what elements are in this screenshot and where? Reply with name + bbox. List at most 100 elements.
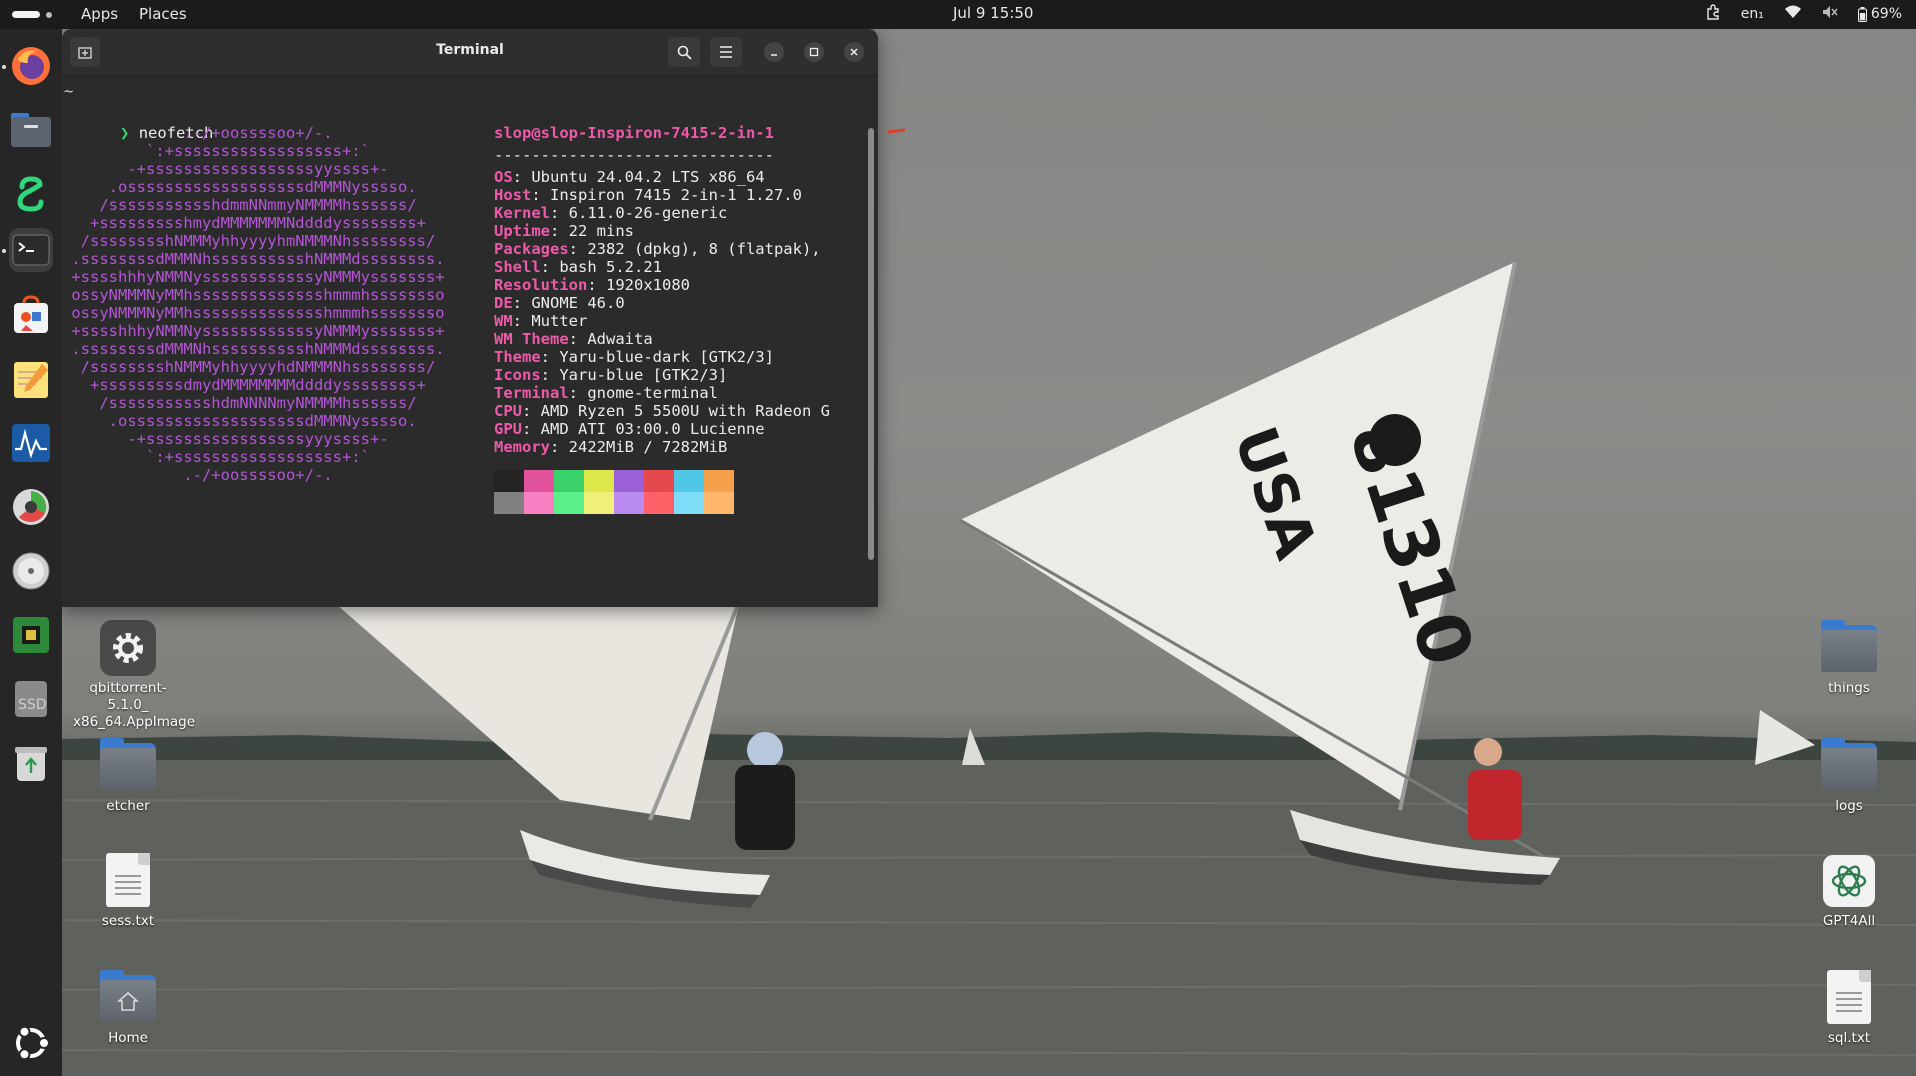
terminal-titlebar[interactable]: Terminal bbox=[62, 29, 878, 76]
desktop-icon-label: sess.txt bbox=[101, 913, 155, 929]
volume-muted-icon[interactable] bbox=[1822, 5, 1838, 23]
files-icon bbox=[11, 113, 51, 147]
terminal-output[interactable]: ~ ❯ neofetch .-/+oossssoo+/-. `:+sssssss… bbox=[62, 76, 878, 607]
terminal-title: Terminal bbox=[436, 42, 504, 58]
desktop-icon-label: qbittorrent-5.1.0_ x86_64.AppImage bbox=[73, 680, 196, 730]
disk-usage-icon bbox=[13, 489, 49, 525]
show-apps-button[interactable] bbox=[9, 1021, 53, 1065]
places-menu[interactable]: Places bbox=[139, 5, 187, 23]
app-center-icon bbox=[14, 295, 48, 333]
gear-icon bbox=[100, 620, 156, 676]
ssd-icon: SSD bbox=[15, 681, 47, 717]
palette-swatch bbox=[524, 492, 554, 514]
desktop-icon-sess-txt[interactable]: sess.txt bbox=[73, 853, 183, 929]
terminal-window[interactable]: Terminal ~ ❯ neofetch .-/+oossssoo+/-. `… bbox=[62, 29, 878, 607]
wifi-icon[interactable] bbox=[1784, 5, 1802, 23]
desktop-icon-qbittorrent[interactable]: qbittorrent-5.1.0_ x86_64.AppImage bbox=[73, 620, 196, 731]
battery-indicator[interactable]: 69% bbox=[1857, 6, 1902, 22]
gpt4all-icon bbox=[1821, 853, 1877, 909]
dock-app-center[interactable] bbox=[9, 293, 53, 337]
desktop-icon-label: GPT4All bbox=[1822, 913, 1876, 929]
desktop-icon-label: logs bbox=[1835, 798, 1863, 814]
palette-swatch bbox=[644, 492, 674, 514]
dock-trash[interactable] bbox=[9, 741, 53, 785]
maximize-button[interactable] bbox=[804, 42, 824, 62]
trash-icon bbox=[15, 747, 47, 781]
dock-disks[interactable] bbox=[9, 549, 53, 593]
terminal-icon bbox=[12, 234, 50, 266]
desktop-icon-label: sql.txt bbox=[1827, 1030, 1871, 1046]
palette-swatch bbox=[584, 492, 614, 514]
info-value: 2422MiB / 7282MiB bbox=[559, 438, 728, 456]
home-folder-icon bbox=[100, 970, 156, 1026]
disks-icon bbox=[12, 552, 50, 590]
dock-cpu-tool[interactable] bbox=[9, 613, 53, 657]
svg-text:SSD: SSD bbox=[18, 697, 47, 713]
dock-terminal[interactable] bbox=[9, 228, 53, 272]
keyboard-layout[interactable]: en₁ bbox=[1741, 6, 1764, 22]
dock-files[interactable] bbox=[9, 108, 53, 152]
activities-indicator[interactable] bbox=[12, 11, 40, 18]
palette-swatch bbox=[554, 492, 584, 514]
desktop-icon-home[interactable]: Home bbox=[73, 970, 183, 1046]
folder-icon bbox=[100, 738, 156, 794]
dock-system-monitor[interactable] bbox=[9, 421, 53, 465]
minimize-icon bbox=[771, 54, 777, 56]
desktop-icon-etcher[interactable]: etcher bbox=[73, 738, 183, 814]
dock-text-editor[interactable] bbox=[9, 357, 53, 401]
search-icon bbox=[677, 45, 692, 60]
text-editor-icon bbox=[14, 362, 48, 398]
battery-percent: 69% bbox=[1870, 6, 1902, 22]
palette-swatch bbox=[494, 470, 524, 492]
text-file-icon bbox=[100, 853, 156, 909]
palette-swatch bbox=[674, 470, 704, 492]
running-indicator bbox=[2, 65, 6, 69]
system-monitor-icon bbox=[12, 424, 50, 462]
menu-button[interactable] bbox=[710, 37, 742, 67]
clock[interactable]: Jul 9 15:50 bbox=[953, 4, 1033, 22]
info-key: Memory bbox=[494, 438, 550, 456]
palette-swatch bbox=[554, 470, 584, 492]
apps-menu[interactable]: Apps bbox=[81, 5, 118, 23]
logo-line: .-/+oossssoo+/-. bbox=[62, 466, 333, 484]
palette-swatch bbox=[584, 470, 614, 492]
palette-swatch bbox=[644, 470, 674, 492]
folder-icon bbox=[1821, 738, 1877, 794]
firefox-icon bbox=[12, 47, 50, 85]
workspace-dot[interactable] bbox=[46, 12, 52, 18]
desktop-icon-gpt4all[interactable]: GPT4All bbox=[1794, 853, 1904, 929]
user-host: slop@slop-Inspiron-7415-2-in-1 bbox=[494, 124, 774, 142]
dock-disk-usage[interactable] bbox=[9, 485, 53, 529]
terminal-scrollbar[interactable] bbox=[868, 128, 874, 560]
desktop-icon-logs[interactable]: logs bbox=[1794, 738, 1904, 814]
close-button[interactable] bbox=[844, 42, 864, 62]
extension-icon[interactable] bbox=[1705, 4, 1721, 24]
dock-firefox[interactable] bbox=[9, 44, 53, 88]
hamburger-icon bbox=[720, 46, 732, 58]
cpu-icon bbox=[13, 617, 49, 653]
palette-swatch bbox=[524, 470, 554, 492]
maximize-icon bbox=[809, 47, 819, 57]
system-tray[interactable]: en₁ 69% bbox=[1705, 4, 1902, 24]
dock-slack[interactable] bbox=[9, 172, 53, 216]
desktop-icon-things[interactable]: things bbox=[1794, 620, 1904, 696]
palette-swatch bbox=[674, 492, 704, 514]
desktop-icon-sql-txt[interactable]: sql.txt bbox=[1794, 970, 1904, 1046]
minimize-button[interactable] bbox=[764, 42, 784, 62]
top-bar: Apps Places Jul 9 15:50 en₁ 69% bbox=[0, 0, 1916, 29]
battery-icon bbox=[1857, 6, 1867, 22]
info-separator: ------------------------------ bbox=[494, 146, 774, 164]
info-row: Memory: 2422MiB / 7282MiB bbox=[494, 436, 727, 458]
palette-swatch bbox=[614, 492, 644, 514]
desktop-icon-label: things bbox=[1828, 680, 1870, 696]
search-button[interactable] bbox=[668, 37, 700, 67]
dock-ssd[interactable]: SSD bbox=[9, 677, 53, 721]
ubuntu-icon bbox=[16, 1025, 50, 1061]
folder-icon bbox=[1821, 620, 1877, 676]
desktop-icon-label: etcher bbox=[106, 798, 150, 814]
palette-swatch bbox=[494, 492, 524, 514]
slack-icon bbox=[17, 176, 44, 212]
palette-swatch bbox=[704, 470, 734, 492]
prompt-directory: ~ bbox=[64, 82, 74, 100]
close-icon bbox=[850, 48, 858, 56]
